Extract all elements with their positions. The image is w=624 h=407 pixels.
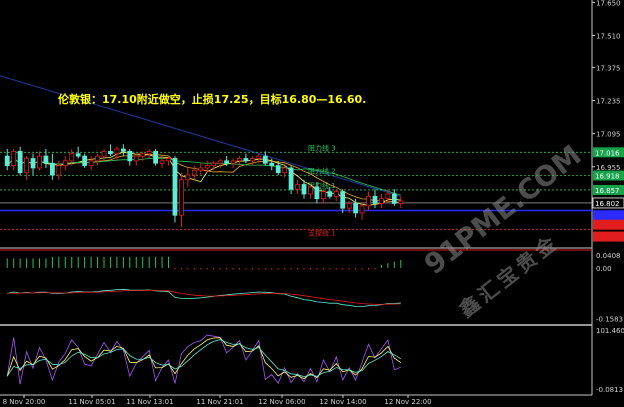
candle	[391, 193, 397, 204]
candle	[4, 155, 10, 166]
candle	[95, 155, 100, 162]
candle	[308, 186, 313, 195]
x-tick-label: 11 Nov 13:01	[126, 398, 173, 406]
candle	[62, 160, 68, 166]
candle	[379, 198, 384, 204]
candle	[224, 160, 229, 164]
y-tick-label: 17.235	[596, 98, 621, 106]
y-tick-label: 101.4606	[596, 327, 624, 335]
candle	[301, 184, 307, 195]
candle	[327, 191, 333, 197]
x-tick-label: 11 Nov 21:01	[196, 398, 243, 406]
candle	[108, 150, 113, 155]
candle	[282, 167, 288, 174]
y-tick-label: -0.1583	[596, 315, 623, 323]
candle	[56, 165, 62, 176]
candle	[275, 165, 281, 174]
candle	[172, 158, 178, 216]
candle	[366, 195, 371, 207]
candle	[185, 174, 191, 181]
x-tick-label: 12 Nov 14:00	[319, 398, 366, 406]
candle	[288, 167, 294, 190]
macd-line	[7, 288, 401, 308]
candle	[146, 150, 152, 155]
level-label: 支撑线 1	[308, 228, 336, 237]
candle	[398, 200, 404, 204]
candle	[320, 191, 326, 200]
candle	[24, 158, 29, 174]
candle	[243, 158, 249, 162]
candle	[17, 150, 23, 174]
price-tag-label: 16.857	[595, 187, 620, 195]
x-tick-label: 12 Nov 22:00	[384, 398, 431, 406]
y-tick-label: 17.650	[596, 0, 621, 7]
candle	[204, 165, 210, 169]
y-tick-label: 17.095	[596, 131, 621, 139]
candle	[75, 153, 81, 157]
candle	[69, 153, 75, 162]
candle	[37, 155, 42, 169]
candle	[340, 191, 346, 209]
candle	[385, 193, 391, 200]
candle	[159, 160, 165, 164]
candle	[140, 153, 146, 157]
candle	[372, 195, 378, 204]
price-tag-label: 16.918	[595, 173, 620, 181]
candle	[133, 155, 139, 162]
candle	[249, 158, 255, 162]
y-tick-label: 17.375	[596, 64, 621, 72]
price-tag	[593, 219, 624, 230]
y-tick-label: -0.0813	[596, 386, 623, 394]
candle	[82, 155, 88, 166]
candle	[11, 150, 17, 166]
candle	[153, 150, 159, 164]
candle	[30, 158, 36, 169]
candle	[166, 158, 171, 162]
chart-annotation: 伦敦银：17.10附近做空，止损17.25，目标16.80—16.60.	[58, 93, 367, 106]
x-tick-label: 11 Nov 05:01	[68, 398, 115, 406]
candle	[353, 203, 359, 214]
candle	[198, 167, 204, 171]
candle	[314, 186, 320, 200]
y-tick-label: 0.0408	[596, 252, 621, 260]
candle	[114, 148, 120, 155]
candle	[346, 203, 352, 209]
price-tag	[593, 210, 624, 221]
y-tick-label: 17.510	[596, 32, 621, 40]
y-tick-label: 0.00	[596, 265, 612, 273]
level-label: 阻力线 3	[308, 143, 336, 152]
candle	[211, 162, 217, 166]
price-tag-label: 17.016	[595, 149, 620, 157]
candle	[191, 169, 197, 176]
candle	[359, 205, 365, 214]
candle	[127, 150, 133, 162]
price-tag	[593, 231, 624, 242]
candle	[256, 155, 262, 159]
candle	[88, 160, 94, 166]
current-price-label: 16.802	[595, 200, 620, 208]
candle	[120, 148, 126, 152]
candle	[217, 160, 223, 164]
candle	[262, 155, 268, 164]
candle	[295, 184, 300, 190]
oscillator-line	[6, 337, 402, 380]
candle	[101, 150, 107, 157]
x-tick-label: 8 Nov 20:00	[3, 398, 46, 406]
candle	[237, 158, 242, 162]
candle	[43, 155, 49, 164]
candle	[179, 179, 184, 216]
x-tick-label: 12 Nov 06:00	[258, 398, 305, 406]
candle	[230, 160, 236, 164]
candle	[49, 162, 55, 176]
candle	[333, 191, 339, 197]
candle	[269, 162, 275, 166]
